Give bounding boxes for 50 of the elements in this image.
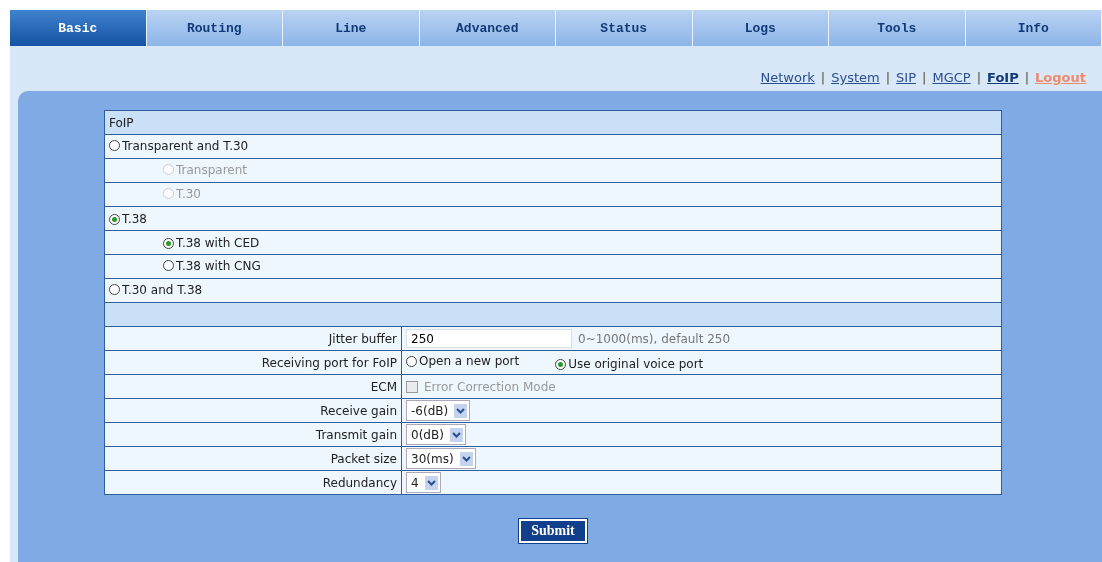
radio-label: T.30 and T.38	[122, 282, 203, 297]
radio-button[interactable]	[163, 260, 174, 272]
hint-text: 0~1000(ms), default 250	[578, 331, 731, 346]
dropdown[interactable]: 0(dB)	[406, 424, 466, 445]
separator-text: |	[885, 70, 891, 85]
radio-button[interactable]	[555, 358, 567, 370]
subnav-link[interactable]: Network	[760, 70, 815, 85]
nav-tab[interactable]: Status	[556, 10, 693, 46]
subnav-link[interactable]: MGCP	[932, 70, 971, 85]
field-label: Redundancy	[104, 470, 402, 495]
field-label: Receive gain	[104, 398, 402, 423]
radio-label: T.38 with CED	[176, 236, 260, 251]
radio-label: T.30	[176, 186, 201, 201]
radio-button[interactable]	[109, 284, 120, 296]
field-label: Jitter buffer	[104, 326, 402, 351]
dropdown[interactable]: 4	[406, 472, 441, 493]
radio-label: Use original voice port	[568, 357, 704, 371]
nav-tab[interactable]: Logs	[692, 10, 829, 46]
nav-tab[interactable]: Advanced	[419, 10, 556, 46]
radio-label: Transparent	[176, 162, 248, 177]
subnav-link[interactable]: SIP	[896, 70, 917, 85]
radio-button[interactable]	[406, 355, 417, 367]
radio-label: T.38 with CNG	[176, 258, 261, 273]
separator-text: |	[976, 70, 982, 85]
field-label: Transmit gain	[104, 422, 402, 447]
separator-text: |	[1024, 70, 1030, 85]
nav-tab[interactable]: Tools	[829, 10, 966, 46]
checkbox-label: Error Correction Mode	[424, 379, 556, 394]
radio-button[interactable]	[163, 237, 174, 249]
submit-button[interactable]: Submit	[519, 519, 587, 543]
subnav-link[interactable]: System	[831, 70, 880, 85]
dropdown[interactable]: -6(dB)	[406, 400, 471, 421]
separator-text: |	[820, 70, 826, 85]
radio-button[interactable]	[109, 213, 120, 225]
dropdown[interactable]: 30(ms)	[406, 448, 476, 469]
field-label: Packet size	[104, 446, 402, 471]
radio-label: T.38	[122, 212, 147, 227]
radio-label: Transparent and T.30	[122, 138, 249, 153]
nav-tab[interactable]: Info	[965, 10, 1102, 46]
radio-label: Open a new port	[419, 354, 520, 368]
separator-text: |	[922, 70, 927, 85]
jitter-buffer-field[interactable]: 250	[406, 329, 572, 348]
nav-tab[interactable]: Basic	[10, 10, 147, 46]
radio-button[interactable]	[109, 140, 120, 152]
section-title: FoIP	[104, 110, 1002, 135]
field-label: ECM	[104, 374, 402, 399]
subnav-link[interactable]: FoIP	[987, 70, 1019, 85]
field-label: Receiving port for FoIP	[104, 350, 402, 375]
nav-tab[interactable]: Line	[283, 10, 420, 46]
nav-tab[interactable]: Routing	[146, 10, 283, 46]
